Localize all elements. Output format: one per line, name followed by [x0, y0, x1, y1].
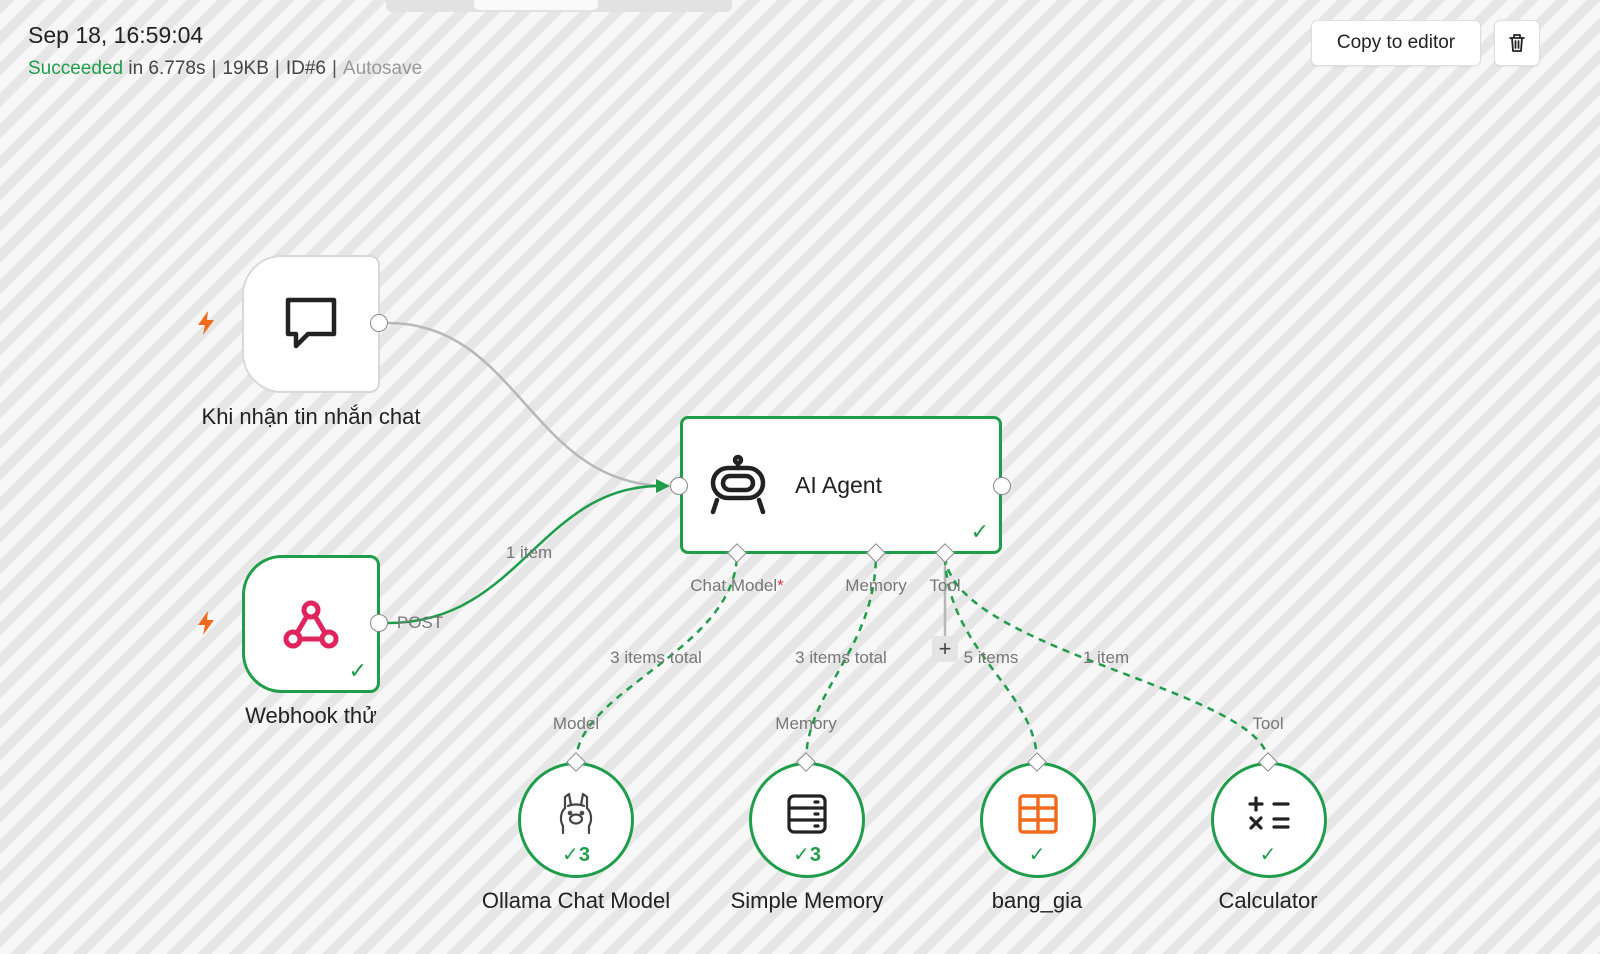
calculator-label: Calculator [1218, 888, 1318, 913]
calculator-port-label: Tool [1252, 714, 1284, 733]
chat-trigger-output-port[interactable] [370, 314, 388, 332]
robot-icon [710, 454, 766, 515]
simple-memory-label: Simple Memory [730, 888, 884, 913]
webhook-output-label: POST [396, 613, 444, 632]
success-check-icon: ✓ [348, 658, 367, 683]
tool-port-label: Tool [929, 576, 961, 595]
webhook-icon [283, 600, 339, 649]
bang-gia-connection-count: 5 items [963, 648, 1019, 667]
calculator-check: ✓ [1259, 844, 1277, 866]
ai-agent-input-port[interactable] [670, 477, 688, 495]
ai-agent-title: AI Agent [795, 471, 882, 498]
model-connection-count: 3 items total [610, 648, 702, 667]
calculator-connection-count: 1 item [1082, 648, 1130, 667]
memory-node-port-label: Memory [775, 714, 837, 733]
calculator-icon [1248, 796, 1290, 830]
ollama-label: Ollama Chat Model [481, 888, 671, 913]
webhook-label: Webhook thử [245, 703, 377, 728]
llama-icon [559, 792, 593, 835]
memory-run-count: ✓3 [793, 844, 821, 866]
bang-gia-label: bang_gia [991, 888, 1083, 913]
ai-agent-node[interactable]: AI Agent ✓ [680, 416, 1002, 554]
memory-port-label: Memory [845, 576, 907, 595]
chat-trigger-node[interactable] [242, 255, 380, 393]
edge-chat-to-agent [387, 321, 669, 488]
webhook-output-port[interactable] [370, 614, 388, 632]
database-icon [787, 794, 827, 834]
success-check-icon: ✓ [970, 519, 989, 544]
add-tool-button[interactable]: + [932, 636, 958, 662]
ollama-port-label: Model [552, 714, 600, 733]
webhook-node[interactable]: ✓ [242, 555, 380, 693]
ollama-run-count: ✓3 [562, 844, 590, 866]
chat-model-port-label: Chat Model* [690, 576, 784, 595]
trigger-bolt-icon [198, 611, 214, 635]
edge-arrowhead [656, 479, 670, 493]
chat-bubble-icon [285, 297, 337, 349]
trigger-bolt-icon [198, 311, 214, 335]
bang-gia-check: ✓ [1028, 844, 1046, 866]
table-icon [1018, 794, 1058, 834]
memory-connection-count: 3 items total [795, 648, 887, 667]
ai-agent-output-port[interactable] [993, 477, 1011, 495]
chat-trigger-label: Khi nhận tin nhắn chat [201, 404, 421, 429]
webhook-connection-count: 1 item [505, 543, 553, 562]
